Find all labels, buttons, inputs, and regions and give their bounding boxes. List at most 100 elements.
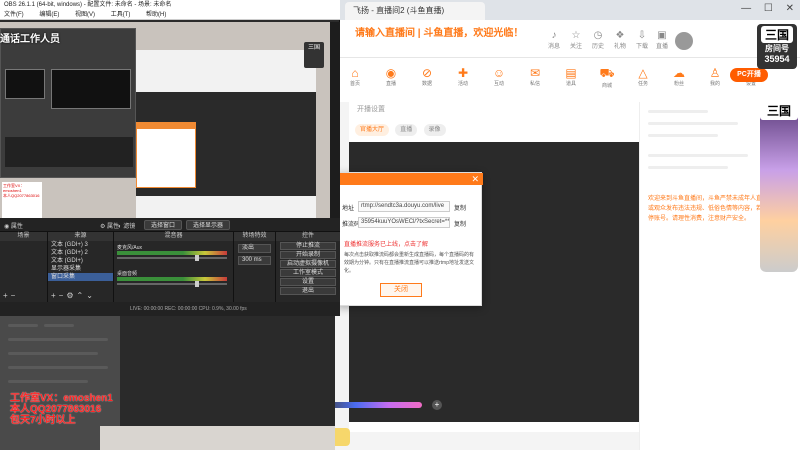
start-record-button[interactable]: 开始录制 [280, 251, 336, 259]
contact-line: 包天7小时以上 [10, 415, 76, 426]
info-line [648, 134, 718, 137]
history-icon[interactable]: ◷ 历史 [589, 30, 607, 50]
tab-live[interactable]: 直播 [395, 124, 418, 136]
menu-view[interactable]: 视图(V) [75, 12, 95, 18]
scene-controls[interactable]: +− [3, 291, 18, 300]
source-item[interactable]: 文本 (GDI+) 3 [48, 241, 113, 249]
plus-icon[interactable]: + [432, 400, 442, 410]
cloud-icon[interactable]: ☁ 粉丝 [667, 66, 691, 87]
browser-tab[interactable]: 飞扬 - 直播间2 (斗鱼直播) [345, 2, 485, 20]
data-icon[interactable]: ⊘ 数据 [415, 66, 439, 87]
transitions-dock: 转场特效 淡出 300 ms [234, 232, 276, 302]
nested-note: 工作室VX：emoshen1 本人QQ2077863016 [2, 182, 42, 218]
desktop-screen: 飞扬 - 直播间2 (斗鱼直播) — ☐ ✕ 请输入直播间 | 斗鱼直播，欢迎光… [0, 0, 800, 450]
key-field[interactable]: 35954kuuYOsWECl/?txSecret=******** [358, 217, 450, 228]
obs-preview[interactable]: 三国 工作室VX：emoshen1 本人QQ2077863016 通话工作人员 [0, 22, 340, 218]
room-number: 35954 [764, 54, 790, 64]
filters-button[interactable]: ◐ 滤镜 [118, 221, 135, 230]
overlay-heading: 通话工作人员 [0, 34, 60, 45]
duration-field[interactable]: 300 ms [238, 256, 271, 265]
sidebar-line [8, 338, 108, 341]
copy-server-button[interactable]: 复制 [454, 203, 466, 212]
home-icon[interactable]: ⌂ 首页 [343, 66, 367, 87]
transition-select[interactable]: 淡出 [238, 244, 271, 253]
bottom-strip [100, 426, 335, 450]
dialog-header: ✕ [338, 173, 483, 185]
scenes-title: 场景 [0, 232, 47, 241]
select-display-button[interactable]: 选择显示器 [186, 220, 231, 230]
menu-tools[interactable]: 工具(T) [111, 12, 131, 18]
server-label: 地址 [342, 206, 355, 212]
obs-window: OBS 26.1.1 (64-bit, windows) - 配置文件: 未命名… [0, 0, 340, 316]
mixer-dock: 混音器 麦克风/Aux 桌面音频 [114, 232, 234, 302]
source-toolbar: ◉ 属性 ⚙ 属性 ◐ 滤镜 选择窗口 选择显示器 [0, 218, 340, 232]
maximize-icon[interactable]: ☐ [764, 3, 773, 14]
live-icon[interactable]: ▣ 直播 [653, 30, 671, 50]
tab-record[interactable]: 录像 [423, 124, 446, 136]
cart-icon[interactable]: ⛟ 商城 [595, 66, 619, 89]
radio-display[interactable]: ◉ 属性 [4, 221, 23, 230]
room-mini-logo: 三国 [760, 102, 798, 120]
chat-column: PC开播 欢迎来到斗鱼直播间，斗鱼严禁未成年人直播，严禁主播或观众发布违法违规、… [639, 68, 800, 450]
server-field[interactable]: rtmp://sendtc3a.douyu.com/live [358, 201, 450, 212]
info-line [648, 122, 738, 125]
stop-stream-button[interactable]: 停止推流 [280, 242, 336, 250]
copy-key-button[interactable]: 复制 [454, 219, 466, 228]
star-icon[interactable]: ☆ 关注 [567, 30, 585, 50]
exit-button[interactable]: 退出 [280, 287, 336, 295]
gift-icon[interactable]: ❖ 礼物 [611, 30, 629, 50]
avatar[interactable] [675, 32, 693, 50]
props-button[interactable]: ⚙ 属性 [100, 221, 119, 230]
page-header: 请输入直播间 | 斗鱼直播，欢迎光临！ ♪ 消息 ☆ 关注 ◷ 历史 ❖ 礼物 ⇩ 下载 … [335, 20, 800, 58]
dialog-note: 每次点击获取推流码都会重新生成直播码，每个直播码的有效期为分钟。只有在直播推流直… [344, 252, 475, 274]
volume-slider[interactable] [117, 281, 227, 287]
info-line [648, 166, 728, 169]
bell-icon[interactable]: ♪ 消息 [545, 30, 563, 50]
volume-slider[interactable] [117, 255, 227, 261]
streamer-character-art [760, 102, 798, 272]
mail-icon[interactable]: ✉ 私信 [523, 66, 547, 87]
nested-dialog [136, 122, 196, 188]
minimize-icon[interactable]: — [741, 3, 751, 14]
close-icon[interactable]: ✕ [471, 173, 479, 185]
info-line [648, 110, 708, 113]
source-item-selected[interactable]: 窗口采集 [48, 273, 113, 281]
close-icon[interactable]: ✕ [786, 3, 794, 14]
user-icon[interactable]: ♙ 我的 [703, 66, 727, 87]
cone-icon[interactable]: △ 任务 [631, 66, 655, 87]
ticket-icon[interactable]: ✚ 活动 [451, 66, 475, 87]
chat-icon[interactable]: ☺ 互动 [487, 66, 511, 87]
stream-address-dialog: ✕ 地址 rtmp://sendtc3a.douyu.com/live 复制 推… [337, 172, 483, 306]
browser-tabbar: 飞扬 - 直播间2 (斗鱼直播) — ☐ ✕ [335, 0, 800, 20]
info-link[interactable]: 直播推流服务已上线，点击了解 [344, 239, 428, 248]
select-window-button[interactable]: 选择窗口 [144, 220, 183, 230]
menu-edit[interactable]: 编辑(E) [39, 12, 59, 18]
virtual-cam-button[interactable]: 启动虚拟摄像机 [280, 260, 336, 268]
mixer-channel: 麦克风/Aux [117, 244, 227, 261]
source-controls[interactable]: +−⚙⌃⌄ [51, 291, 96, 300]
download-icon[interactable]: ⇩ 下载 [633, 30, 651, 50]
obs-title: OBS 26.1.1 (64-bit, windows) - 配置文件: 未命名… [0, 0, 340, 10]
tab-hall[interactable]: 官播大厅 [355, 124, 390, 136]
sidebar-line [8, 324, 38, 327]
settings-button[interactable]: 设置 [280, 278, 336, 286]
volume-bar[interactable] [322, 402, 422, 408]
source-item[interactable]: 文本 (GDI+) [48, 257, 113, 265]
controls-dock: 控件 停止推流 开始录制 启动虚拟摄像机 工作室模式 设置 退出 [276, 232, 340, 302]
studio-mode-button[interactable]: 工作室模式 [280, 269, 336, 277]
capture-area [120, 316, 335, 426]
audio-meter [117, 277, 227, 281]
close-button[interactable]: 关闭 [380, 283, 422, 297]
sidebar-line [44, 324, 74, 327]
source-item[interactable]: 显示器采集 [48, 265, 113, 273]
obs-statusbar: LIVE: 00:00:00 REC: 00:00:00 CPU: 0.9%, … [0, 302, 340, 316]
room-logo: 三国 [761, 26, 793, 43]
menu-file[interactable]: 文件(F) [4, 12, 24, 18]
game-icon[interactable]: ◉ 直播 [379, 66, 403, 87]
source-item[interactable]: 文本 (GDI+) 2 [48, 249, 113, 257]
pc-live-button[interactable]: PC开播 [730, 68, 768, 82]
menu-help[interactable]: 帮助(H) [146, 12, 166, 18]
box-icon[interactable]: ▤ 道具 [559, 66, 583, 87]
nested-desktop-capture: 三国 工作室VX：emoshen1 本人QQ2077863016 [0, 22, 330, 218]
scenes-dock: 场景 +− [0, 232, 48, 302]
